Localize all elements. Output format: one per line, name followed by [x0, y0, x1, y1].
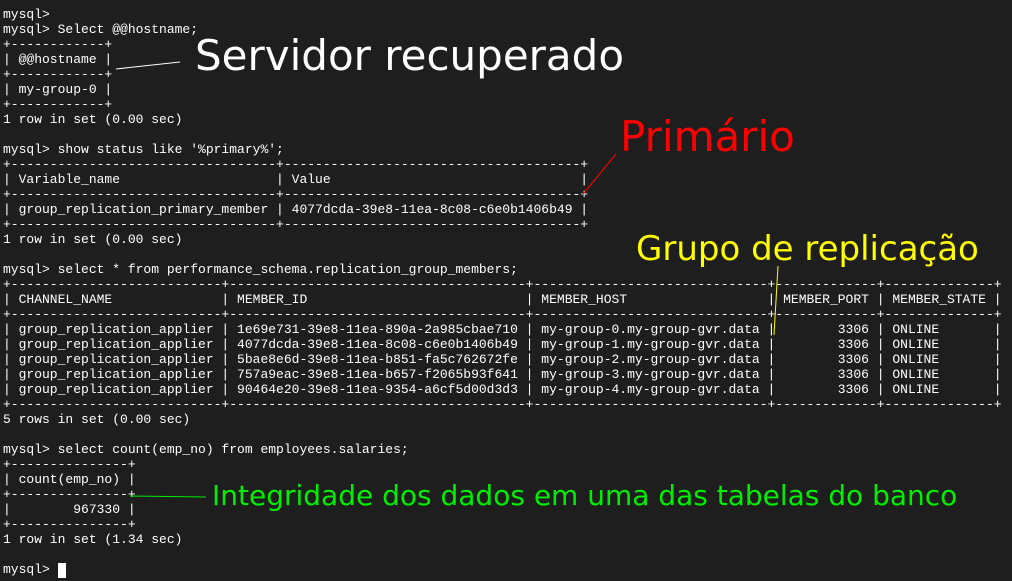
terminal-line: | group_replication_applier | 5bae8e6d-3…: [3, 352, 1002, 367]
terminal-line: 1 row in set (0.00 sec): [3, 112, 183, 127]
terminal-line: | my-group-0 |: [3, 82, 113, 97]
terminal-line: +------------+: [3, 97, 113, 112]
terminal-line: +---------------------------+-----------…: [3, 397, 1002, 412]
annotation-integridade-dos-dados: Integridade dos dados em uma das tabelas…: [212, 479, 958, 512]
terminal-line: | CHANNEL_NAME | MEMBER_ID | MEMBER_HOST…: [3, 292, 1002, 307]
terminal-line: +---------------------------+-----------…: [3, 277, 1002, 292]
terminal-line: mysql> select count(emp_no) from employe…: [3, 442, 409, 457]
terminal-line: mysql>: [3, 7, 50, 22]
terminal-line: 5 rows in set (0.00 sec): [3, 412, 191, 427]
terminal-line: +---------------------------+-----------…: [3, 307, 1002, 322]
terminal-cursor: [58, 563, 66, 578]
annotation-grupo-de-replicacao: Grupo de replicação: [636, 229, 979, 269]
terminal-line: +----------------------------------+----…: [3, 187, 589, 202]
terminal-line: | group_replication_applier | 90464e20-3…: [3, 382, 1002, 397]
annotation-servidor-recuperado: Servidor recuperado: [195, 31, 625, 80]
terminal-line: +---------------+: [3, 457, 136, 472]
annotation-primario: Primário: [620, 112, 795, 161]
terminal-line: mysql> show status like '%primary%';: [3, 142, 284, 157]
terminal-line: | group_replication_primary_member | 407…: [3, 202, 589, 217]
terminal-line: +----------------------------------+----…: [3, 157, 589, 172]
terminal-line: 1 row in set (1.34 sec): [3, 532, 183, 547]
terminal-line: | group_replication_applier | 1e69e731-3…: [3, 322, 1002, 337]
terminal-line: | group_replication_applier | 757a9eac-3…: [3, 367, 1002, 382]
terminal-line: +---------------+: [3, 517, 136, 532]
terminal-line: | group_replication_applier | 4077dcda-3…: [3, 337, 1002, 352]
terminal-line: mysql>: [3, 562, 58, 577]
terminal-line: | Variable_name | Value |: [3, 172, 589, 187]
